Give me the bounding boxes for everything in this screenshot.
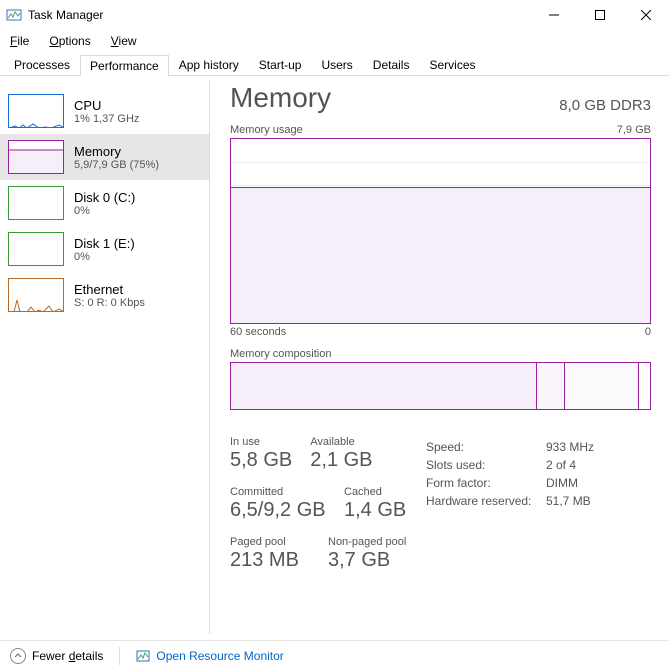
sidebar-item-label: Disk 1 (E:) bbox=[74, 236, 135, 251]
value-speed: 933 MHz bbox=[546, 438, 594, 456]
menu-file[interactable]: File bbox=[0, 32, 39, 50]
label-speed: Speed: bbox=[426, 438, 546, 456]
label-available: Available bbox=[310, 436, 372, 448]
sidebar-item-sub: 5,9/7,9 GB (75%) bbox=[74, 159, 159, 171]
resource-monitor-icon bbox=[136, 649, 150, 663]
app-icon bbox=[6, 7, 22, 23]
sidebar-item-label: Disk 0 (C:) bbox=[74, 190, 135, 205]
sidebar-item-label: Ethernet bbox=[74, 282, 145, 297]
menu-view[interactable]: View bbox=[101, 32, 147, 50]
page-title: Memory bbox=[230, 82, 331, 114]
label-cached: Cached bbox=[344, 486, 406, 498]
sidebar-item-disk0[interactable]: Disk 0 (C:) 0% bbox=[0, 180, 209, 226]
sidebar-item-label: Memory bbox=[74, 144, 159, 159]
sidebar-item-cpu[interactable]: CPU 1% 1,37 GHz bbox=[0, 88, 209, 134]
value-form-factor: DIMM bbox=[546, 474, 578, 492]
fewer-details-button[interactable]: Fewer details bbox=[10, 648, 103, 664]
usage-label: Memory usage bbox=[230, 124, 303, 136]
resource-monitor-label: Open Resource Monitor bbox=[156, 649, 283, 663]
sidebar-item-disk1[interactable]: Disk 1 (E:) 0% bbox=[0, 226, 209, 272]
memory-total: 8,0 GB DDR3 bbox=[559, 97, 651, 114]
tab-bar: Processes Performance App history Start-… bbox=[0, 54, 669, 76]
tab-services[interactable]: Services bbox=[419, 54, 485, 75]
memory-panel: Memory 8,0 GB DDR3 Memory usage 7,9 GB 6… bbox=[210, 76, 669, 638]
tab-app-history[interactable]: App history bbox=[169, 54, 249, 75]
cpu-thumb-icon bbox=[8, 94, 64, 128]
close-button[interactable] bbox=[623, 0, 669, 30]
value-committed: 6,5/9,2 GB bbox=[230, 498, 326, 522]
value-paged: 213 MB bbox=[230, 548, 310, 572]
window-title: Task Manager bbox=[28, 8, 103, 22]
value-slots: 2 of 4 bbox=[546, 456, 576, 474]
value-in-use: 5,8 GB bbox=[230, 448, 292, 472]
label-paged: Paged pool bbox=[230, 536, 310, 548]
window-controls bbox=[531, 0, 669, 30]
sidebar-item-memory[interactable]: Memory 5,9/7,9 GB (75%) bbox=[0, 134, 209, 180]
label-reserved: Hardware reserved: bbox=[426, 492, 546, 510]
footer-bar: Fewer details Open Resource Monitor bbox=[0, 640, 669, 670]
chevron-up-icon bbox=[10, 648, 26, 664]
title-bar: Task Manager bbox=[0, 0, 669, 30]
composition-label: Memory composition bbox=[230, 348, 651, 360]
label-nonpaged: Non-paged pool bbox=[328, 536, 406, 548]
ethernet-thumb-icon bbox=[8, 278, 64, 312]
disk-thumb-icon bbox=[8, 232, 64, 266]
label-form-factor: Form factor: bbox=[426, 474, 546, 492]
label-committed: Committed bbox=[230, 486, 326, 498]
memory-composition-chart bbox=[230, 362, 651, 410]
tab-details[interactable]: Details bbox=[363, 54, 420, 75]
open-resource-monitor-link[interactable]: Open Resource Monitor bbox=[136, 649, 283, 663]
sidebar-item-sub: 0% bbox=[74, 205, 135, 217]
sidebar: CPU 1% 1,37 GHz Memory 5,9/7,9 GB (75%) … bbox=[0, 80, 210, 634]
tab-users[interactable]: Users bbox=[311, 54, 362, 75]
sidebar-item-sub: S: 0 R: 0 Kbps bbox=[74, 297, 145, 309]
usage-max: 7,9 GB bbox=[617, 124, 651, 136]
disk-thumb-icon bbox=[8, 186, 64, 220]
minimize-button[interactable] bbox=[531, 0, 577, 30]
xaxis-left: 60 seconds bbox=[230, 326, 286, 338]
sidebar-item-ethernet[interactable]: Ethernet S: 0 R: 0 Kbps bbox=[0, 272, 209, 318]
label-slots: Slots used: bbox=[426, 456, 546, 474]
tab-performance[interactable]: Performance bbox=[80, 55, 169, 76]
maximize-button[interactable] bbox=[577, 0, 623, 30]
sidebar-item-label: CPU bbox=[74, 98, 139, 113]
label-in-use: In use bbox=[230, 436, 292, 448]
tab-startup[interactable]: Start-up bbox=[249, 54, 312, 75]
sidebar-item-sub: 0% bbox=[74, 251, 135, 263]
sidebar-item-sub: 1% 1,37 GHz bbox=[74, 113, 139, 125]
value-nonpaged: 3,7 GB bbox=[328, 548, 406, 572]
memory-usage-chart bbox=[230, 138, 651, 324]
menu-options[interactable]: Options bbox=[39, 32, 100, 50]
memory-thumb-icon bbox=[8, 140, 64, 174]
value-reserved: 51,7 MB bbox=[546, 492, 591, 510]
xaxis-right: 0 bbox=[645, 326, 651, 338]
value-cached: 1,4 GB bbox=[344, 498, 406, 522]
menu-bar: File Options View bbox=[0, 30, 669, 54]
value-available: 2,1 GB bbox=[310, 448, 372, 472]
divider bbox=[119, 647, 120, 665]
tab-processes[interactable]: Processes bbox=[4, 54, 80, 75]
